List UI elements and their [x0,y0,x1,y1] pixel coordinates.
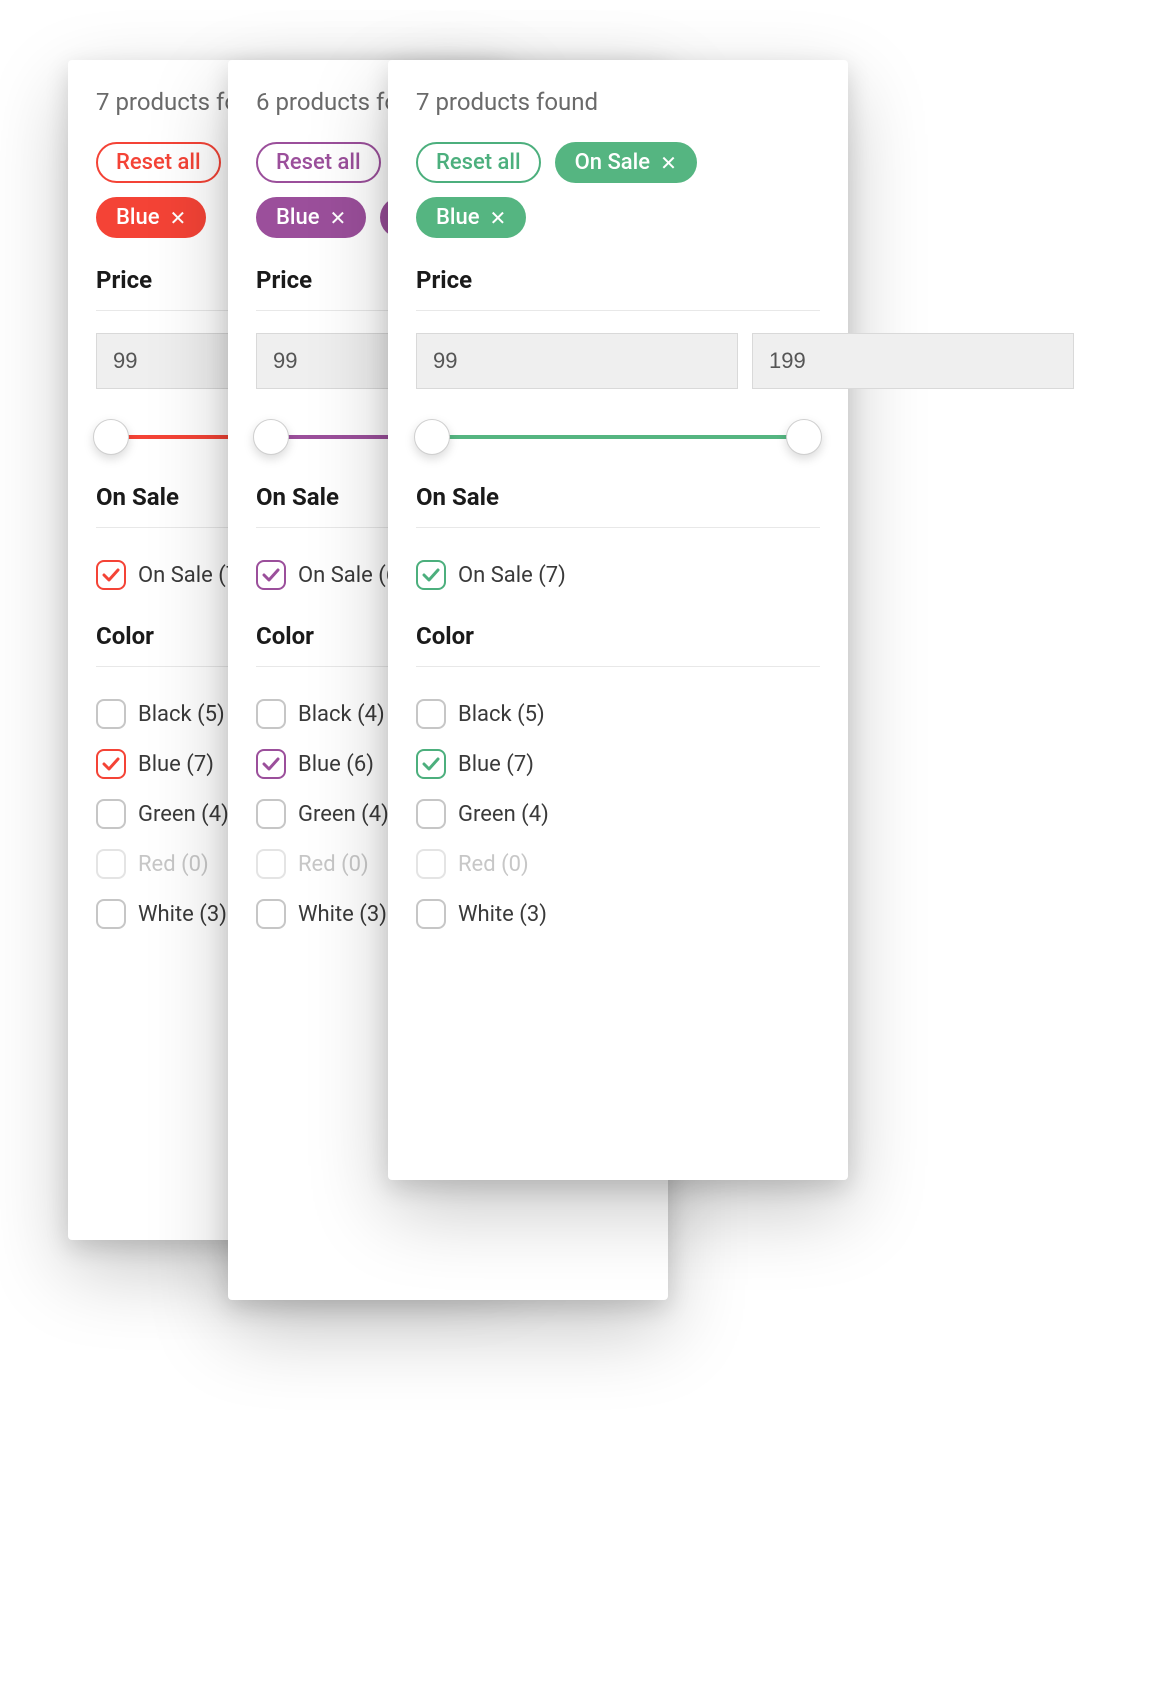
filter-chip-label: Blue [116,205,160,230]
checkbox-row-onsale[interactable]: On Sale (7) [416,550,820,600]
checkbox-onsale[interactable] [416,560,446,590]
filter-chip-blue[interactable]: Blue ✕ [416,197,526,238]
color-list: Black (5) Blue (7) Green (4) Red (0) White (… [416,689,820,939]
checkbox-color[interactable] [256,899,286,929]
checkbox-row-color[interactable]: Blue (7) [416,739,820,789]
checkbox-onsale[interactable] [256,560,286,590]
reset-all-label: Reset all [116,150,201,175]
reset-all-label: Reset all [276,150,361,175]
checkbox-color [416,849,446,879]
section-title-onsale: On Sale [416,483,820,511]
close-icon: ✕ [170,208,187,228]
checkbox-label: Black (5) [458,702,545,727]
checkbox-color[interactable] [256,799,286,829]
filter-chip-label: On Sale [575,150,650,175]
checkbox-label: Black (4) [298,702,385,727]
checkbox-color[interactable] [96,699,126,729]
checkbox-color[interactable] [416,749,446,779]
filter-chip-label: Blue [436,205,480,230]
price-max-input[interactable] [752,333,1074,389]
checkbox-label: On Sale (7) [458,563,566,588]
filter-chip-label: Blue [276,205,320,230]
checkbox-label: Blue (7) [138,752,214,777]
checkbox-label: Red (0) [458,852,529,877]
checkbox-label: White (3) [298,902,387,927]
checkbox-color[interactable] [96,799,126,829]
checkbox-color[interactable] [416,699,446,729]
checkbox-onsale[interactable] [96,560,126,590]
slider-handle-max[interactable] [786,419,822,455]
slider-handle-min[interactable] [253,419,289,455]
filter-panel-green: 7 products found Reset all On Sale ✕ Blue… [388,60,848,1180]
price-min-input[interactable] [416,333,738,389]
checkbox-label: Green (4) [298,802,389,827]
divider [416,527,820,528]
stage: 7 products found Reset all On Sale ✕ Blue… [0,0,1162,1688]
price-slider[interactable] [416,413,820,461]
divider [416,666,820,667]
price-inputs [416,333,820,389]
checkbox-label: White (3) [458,902,547,927]
active-filter-chips: Reset all On Sale ✕ Blue ✕ [416,142,820,238]
checkbox-label: Green (4) [458,802,549,827]
checkbox-row-color: Red (0) [416,839,820,889]
close-icon: ✕ [660,153,677,173]
results-count: 7 products found [416,88,820,116]
filter-chip-onsale[interactable]: On Sale ✕ [555,142,697,183]
checkbox-color[interactable] [96,749,126,779]
checkbox-row-color[interactable]: Green (4) [416,789,820,839]
checkbox-row-color[interactable]: White (3) [416,889,820,939]
reset-all-label: Reset all [436,150,521,175]
checkbox-row-color[interactable]: Black (5) [416,689,820,739]
checkbox-label: Blue (7) [458,752,534,777]
checkbox-label: Green (4) [138,802,229,827]
reset-all-button[interactable]: Reset all [96,142,221,183]
checkbox-color[interactable] [256,699,286,729]
filter-chip-blue[interactable]: Blue ✕ [256,197,366,238]
checkbox-color [96,849,126,879]
close-icon: ✕ [490,208,507,228]
checkbox-color[interactable] [416,899,446,929]
slider-handle-min[interactable] [93,419,129,455]
checkbox-label: Blue (6) [298,752,374,777]
checkbox-color[interactable] [416,799,446,829]
checkbox-label: Black (5) [138,702,225,727]
section-title-price: Price [416,266,820,294]
divider [416,310,820,311]
checkbox-label: White (3) [138,902,227,927]
close-icon: ✕ [330,208,347,228]
filter-chip-blue[interactable]: Blue ✕ [96,197,206,238]
checkbox-color[interactable] [96,899,126,929]
slider-handle-min[interactable] [414,419,450,455]
reset-all-button[interactable]: Reset all [416,142,541,183]
section-title-color: Color [416,622,820,650]
reset-all-button[interactable]: Reset all [256,142,381,183]
checkbox-label: Red (0) [138,852,209,877]
slider-track-active [432,435,804,439]
checkbox-color [256,849,286,879]
checkbox-label: Red (0) [298,852,369,877]
checkbox-color[interactable] [256,749,286,779]
